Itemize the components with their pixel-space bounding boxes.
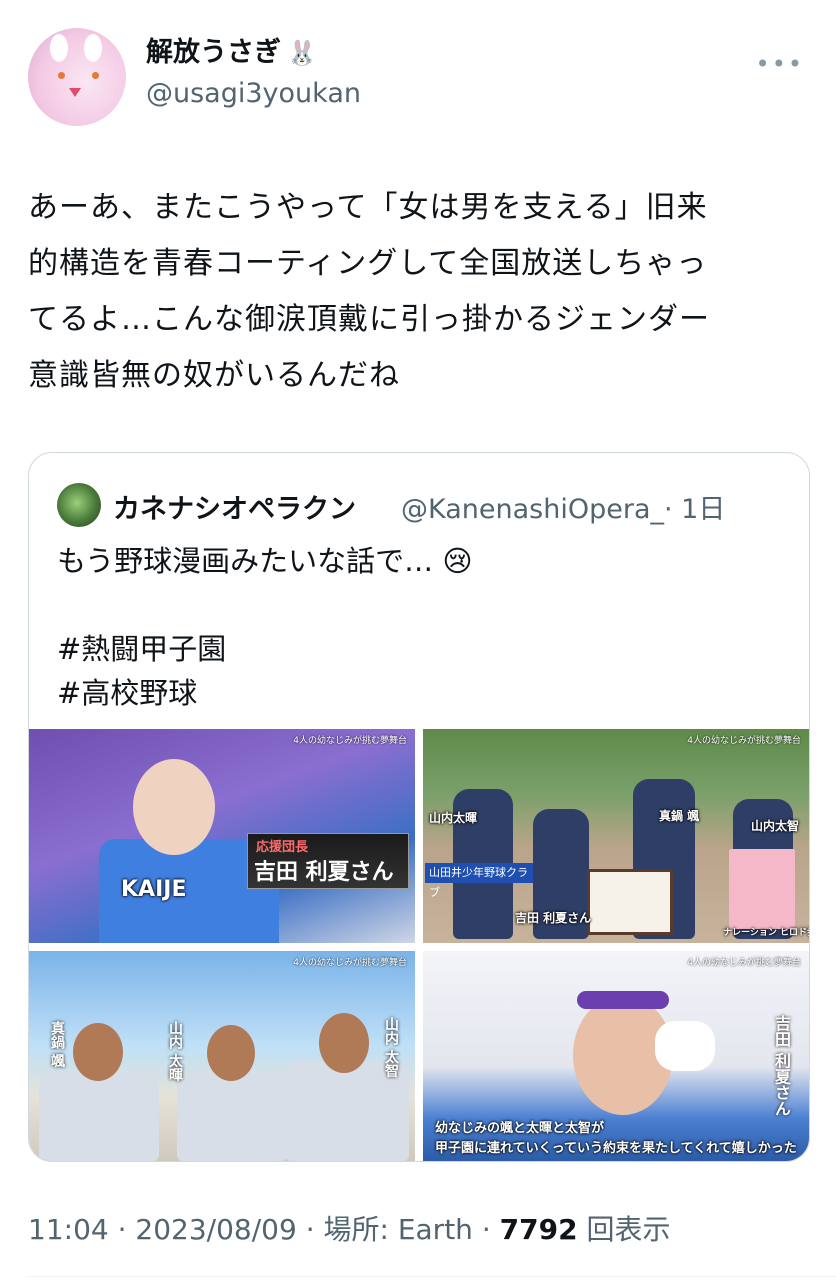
divider: [28, 1276, 836, 1277]
tweet-header: 解放うさぎ 🐰 @usagi3youkan •••: [28, 28, 808, 128]
rabbit-emoji-icon: 🐰: [287, 39, 317, 67]
program-tag: 4人の幼なじみが挑む夢舞台: [687, 958, 801, 968]
quoted-author-handle[interactable]: @KanenashiOpera_: [401, 494, 664, 525]
subtitle-line: 幼なじみの颯と太暉と太智が: [435, 1121, 605, 1136]
tweet-timestamp[interactable]: 11:04 · 2023/08/09: [28, 1213, 297, 1246]
quoted-text-line: もう野球漫画みたいな話で… 😢: [57, 544, 473, 578]
tweet-text-line: てるよ…こんな御涙頂戴に引っ掛かるジェンダー: [28, 302, 710, 337]
player-figure: [39, 1071, 159, 1161]
player-label-2: 山内 太暉: [167, 1021, 183, 1082]
author-name-text[interactable]: 解放うさぎ: [146, 37, 281, 68]
author-avatar[interactable]: [28, 28, 126, 126]
avatar-eye-right: [92, 72, 99, 79]
avatar-ear-left: [50, 34, 68, 62]
media-image-3[interactable]: 4人の幼なじみが挑む夢舞台 真鍋 颯 山内 太暉 山内 太智: [29, 951, 415, 1161]
quoted-author-name[interactable]: カネナシオペラクン: [113, 487, 356, 526]
label-bottom: 吉田 利夏さん: [515, 911, 592, 925]
views-separator: ·: [481, 1213, 500, 1246]
author-display-name[interactable]: 解放うさぎ 🐰: [146, 34, 361, 72]
tweet-text-line: 意識皆無の奴がいるんだね: [28, 358, 400, 393]
more-options-icon[interactable]: •••: [756, 50, 804, 78]
avatar-eye-left: [58, 72, 65, 79]
tweet-metadata: 11:04 · 2023/08/09 · 場所: Earth · 7792 回表…: [28, 1208, 671, 1248]
views-label: 回表示: [586, 1213, 671, 1246]
quoted-tweet[interactable]: カネナシオペラクン @KanenashiOpera_· 1日 もう野球漫画みたい…: [28, 452, 810, 1162]
quoted-author-avatar[interactable]: [57, 483, 101, 527]
gift-box: [729, 849, 795, 929]
author-name-block[interactable]: 解放うさぎ 🐰 @usagi3youkan: [146, 34, 361, 114]
club-banner: 山田井少年野球クラブ: [425, 863, 533, 899]
gloved-hand: [655, 1021, 715, 1071]
media-grid: 4人の幼なじみが挑む夢舞台 KAIJE 応援団長 吉田 利夏さん 4人の幼なじみ…: [29, 729, 809, 1161]
program-tag: 4人の幼なじみが挑む夢舞台: [293, 736, 407, 746]
views-count: 7792: [499, 1213, 578, 1246]
caption-role: 応援団長: [256, 840, 309, 855]
player-face: [73, 1023, 123, 1081]
hashtag-link[interactable]: #高校野球: [57, 671, 787, 715]
cheerleader-face: [133, 759, 215, 855]
headband: [577, 991, 669, 1009]
media-image-1[interactable]: 4人の幼なじみが挑む夢舞台 KAIJE 応援団長 吉田 利夏さん: [29, 729, 415, 943]
program-tag: 4人の幼なじみが挑む夢舞台: [687, 736, 801, 746]
hashtag-link[interactable]: #熱闘甲子園: [57, 627, 787, 671]
quoted-tweet-text: もう野球漫画みたいな話で… 😢 #熱闘甲子園 #高校野球: [57, 539, 787, 715]
narration-credit: ナレーション ヒロド歩美: [723, 928, 809, 938]
player-label-1: 真鍋 颯: [49, 1021, 65, 1068]
quoted-author-handle-age[interactable]: @KanenashiOpera_· 1日: [401, 487, 725, 526]
media-image-2[interactable]: 4人の幼なじみが挑む夢舞台 山内太暉 真鍋 颯 山内太智 山田井少年野球クラブ …: [423, 729, 809, 943]
avatar-mouth: [69, 88, 81, 97]
label-right: 山内太智: [751, 819, 800, 833]
player-face: [319, 1013, 369, 1073]
avatar-ear-right: [84, 34, 102, 62]
side-caption: 吉田 利夏さん: [772, 1015, 791, 1117]
quoted-tweet-age: · 1日: [664, 494, 726, 525]
label-top: 真鍋 颯: [659, 809, 700, 823]
tweet-text-line: 的構造を青春コーティングして全国放送しちゃっ: [28, 246, 708, 281]
player-figure: [177, 1071, 287, 1161]
player-label-3: 山内 太智: [383, 1017, 399, 1078]
certificate: [587, 869, 673, 935]
label-left: 山内太暉: [429, 811, 478, 825]
media-image-4[interactable]: 4人の幼なじみが挑む夢舞台 吉田 利夏さん 幼なじみの颯と太暉と太智が 甲子園に…: [423, 951, 809, 1161]
tweet-body: あーあ、またこうやって「女は男を支える」旧来 的構造を青春コーティングして全国放…: [28, 180, 812, 404]
name-caption-plate: 応援団長 吉田 利夏さん: [247, 833, 409, 889]
shirt-lettering: KAIJE: [121, 877, 187, 902]
tweet-location: 場所: Earth: [323, 1213, 473, 1246]
author-handle[interactable]: @usagi3youkan: [146, 74, 361, 114]
player-face: [207, 1025, 255, 1081]
tweet-text-line: あーあ、またこうやって「女は男を支える」旧来: [28, 190, 708, 225]
caption-name: 吉田 利夏さん: [254, 860, 394, 885]
location-separator: ·: [305, 1213, 324, 1246]
program-tag: 4人の幼なじみが挑む夢舞台: [293, 958, 407, 968]
subtitle-line: 甲子園に連れていくっていう約束を果たしてくれて嬉しかった: [435, 1141, 797, 1156]
